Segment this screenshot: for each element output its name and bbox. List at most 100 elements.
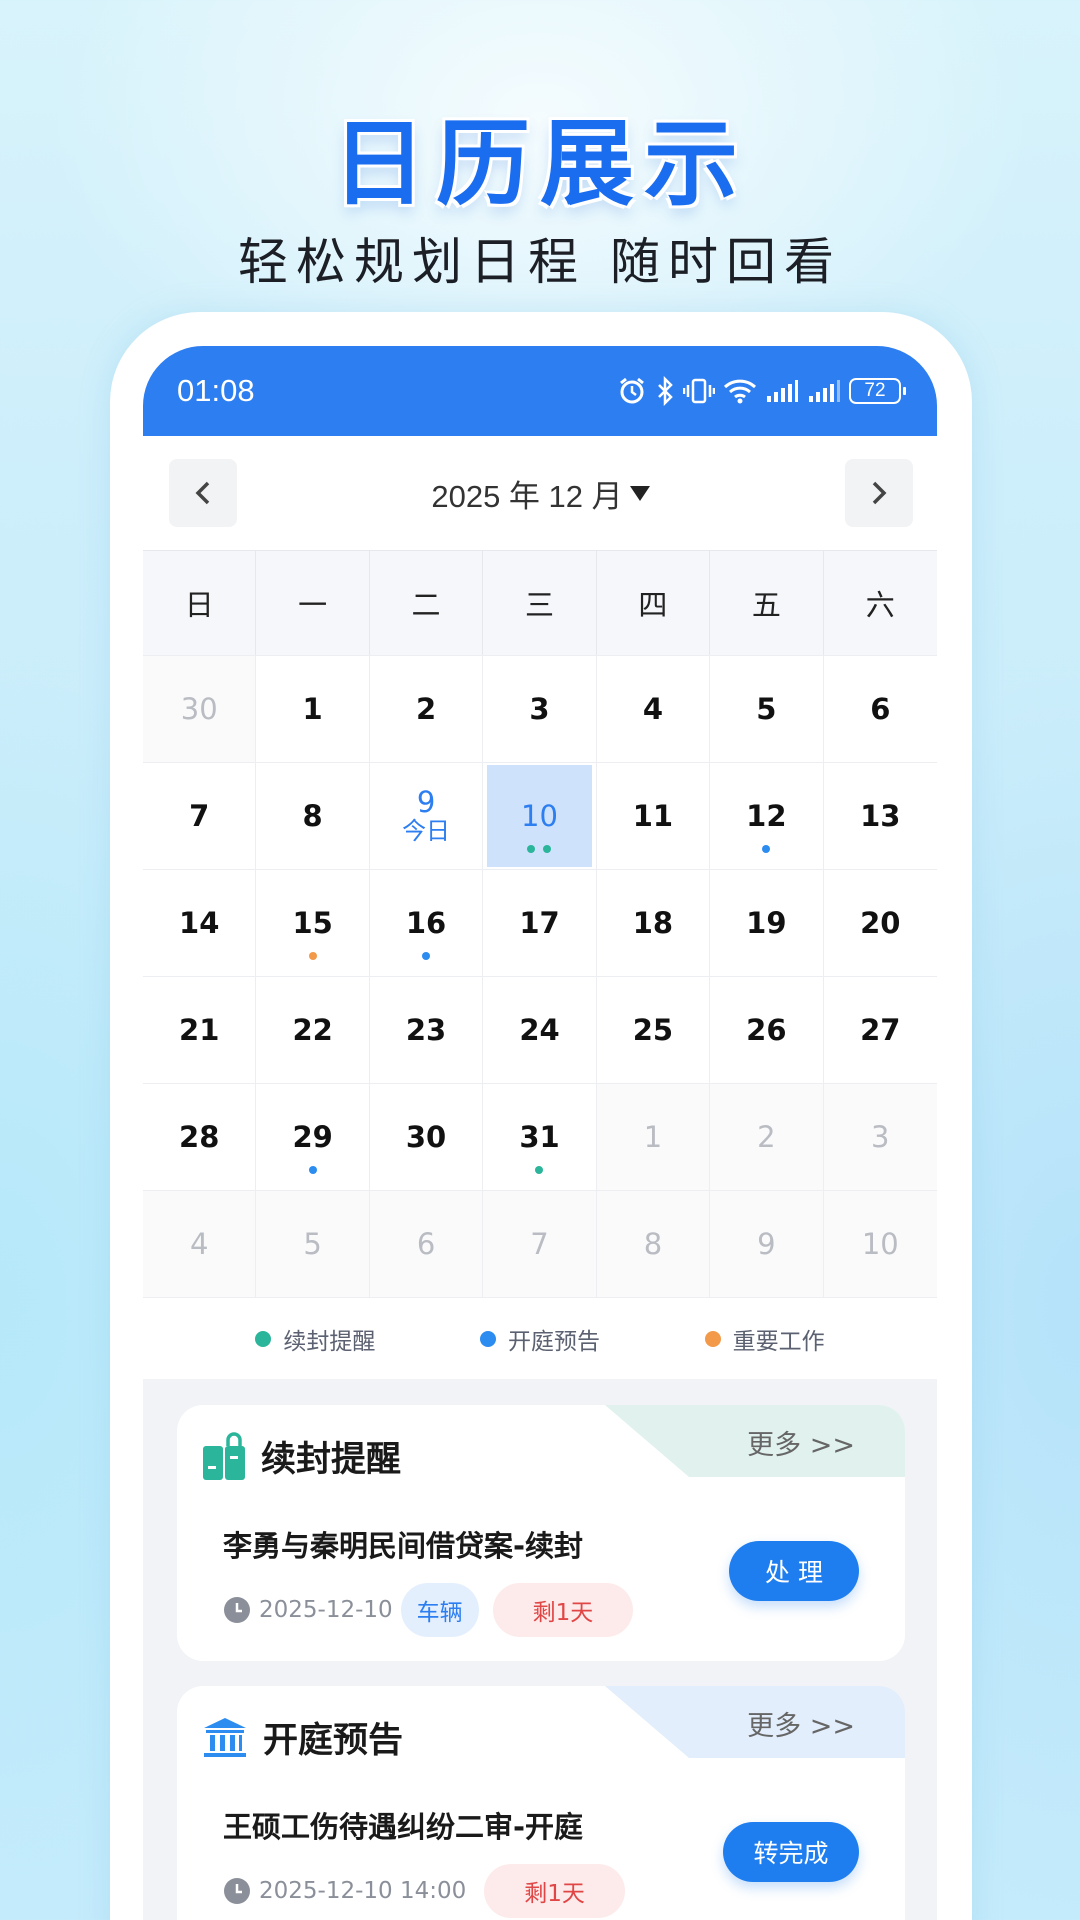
- day-cell[interactable]: 10: [823, 1190, 937, 1297]
- more-link[interactable]: 更多 >>: [747, 1423, 855, 1462]
- app-screen: 01:08 72 2025 年 12 月 日一二三四五六 30 1 2 3 4 5 6 7 8 9…: [143, 346, 937, 1920]
- day-cell[interactable]: 9: [710, 1190, 824, 1297]
- day-cell-selected[interactable]: 10: [483, 762, 597, 869]
- day-cell[interactable]: 19: [710, 869, 824, 976]
- day-number: 8: [302, 799, 323, 833]
- legend-dot: [704, 1330, 721, 1347]
- vibrate-icon: [683, 378, 715, 404]
- day-number: 5: [756, 692, 777, 726]
- day-number: 6: [870, 692, 891, 726]
- weekday-header: 日一二三四五六: [143, 550, 937, 655]
- item-date: 2025-12-10 14:00: [259, 1878, 467, 1904]
- day-cell[interactable]: 4: [596, 655, 711, 762]
- day-cell[interactable]: 7: [483, 1190, 597, 1297]
- day-number: 29: [292, 1120, 333, 1154]
- remaining-badge: 剩1天: [492, 1583, 634, 1637]
- chevron-left-icon: [195, 481, 210, 505]
- day-number: 10: [861, 1227, 899, 1261]
- day-number: 25: [632, 1013, 674, 1047]
- day-cell[interactable]: 4: [143, 1190, 257, 1297]
- day-cell[interactable]: 7: [143, 762, 257, 869]
- day-cell[interactable]: 15: [256, 869, 370, 976]
- day-cell[interactable]: 13: [823, 762, 937, 869]
- day-number: 5: [303, 1227, 322, 1261]
- day-number: 2: [415, 692, 437, 726]
- card-title: 开庭预告: [263, 1721, 404, 1761]
- status-icons: 72: [617, 376, 906, 406]
- weekday-label: 六: [823, 550, 937, 655]
- day-number: 7: [530, 1227, 549, 1261]
- day-cell[interactable]: 22: [256, 976, 370, 1083]
- day-number: 30: [180, 692, 218, 726]
- more-link[interactable]: 更多 >>: [747, 1704, 855, 1743]
- day-number: 19: [746, 906, 787, 940]
- day-number: 15: [292, 906, 333, 940]
- weekday-label: 二: [369, 550, 484, 655]
- day-cell[interactable]: 23: [369, 976, 484, 1083]
- day-cell[interactable]: 12: [710, 762, 824, 869]
- day-cell[interactable]: 6: [369, 1190, 484, 1297]
- day-cell[interactable]: 1: [596, 1083, 711, 1190]
- signal-icon-2: [809, 380, 840, 402]
- day-number: 20: [860, 906, 901, 940]
- card-header: 续封提醒: [201, 1431, 401, 1482]
- day-cell[interactable]: 21: [143, 976, 257, 1083]
- weekday-label: 三: [483, 550, 597, 655]
- day-cell[interactable]: 3: [823, 1083, 937, 1190]
- day-cell[interactable]: 31: [483, 1083, 597, 1190]
- day-cell[interactable]: 30: [143, 655, 257, 762]
- day-cell[interactable]: 16: [369, 869, 484, 976]
- day-number: 11: [632, 799, 674, 833]
- day-cell[interactable]: 8: [596, 1190, 711, 1297]
- day-cell[interactable]: 8: [256, 762, 370, 869]
- day-cell[interactable]: 29: [256, 1083, 370, 1190]
- day-number: 10: [521, 799, 558, 833]
- day-cell-today[interactable]: 9 今日: [369, 762, 484, 869]
- prev-month-button[interactable]: [169, 459, 237, 527]
- day-cell[interactable]: 1: [256, 655, 370, 762]
- day-cell[interactable]: 3: [483, 655, 597, 762]
- day-cell[interactable]: 20: [823, 869, 937, 976]
- day-cell[interactable]: 28: [143, 1083, 257, 1190]
- status-bar: 01:08 72: [143, 346, 937, 436]
- status-time: 01:08: [177, 373, 255, 408]
- day-cell[interactable]: 24: [483, 976, 597, 1083]
- day-cell[interactable]: 11: [596, 762, 711, 869]
- day-cell[interactable]: 5: [256, 1190, 370, 1297]
- hero-title: 日历展示: [331, 110, 748, 219]
- day-cell[interactable]: 14: [143, 869, 257, 976]
- weekday-label: 五: [710, 550, 824, 655]
- day-cell[interactable]: 27: [823, 976, 937, 1083]
- day-cell[interactable]: 30: [369, 1083, 484, 1190]
- event-dots: [370, 952, 482, 960]
- day-cell[interactable]: 2: [369, 655, 484, 762]
- day-number: 2: [757, 1120, 776, 1154]
- day-cell[interactable]: 26: [710, 976, 824, 1083]
- month-bar: 2025 年 12 月: [143, 436, 937, 550]
- clock-icon: [224, 1878, 250, 1904]
- legend-dot: [255, 1330, 272, 1347]
- day-cell[interactable]: 18: [596, 869, 711, 976]
- day-number: 9: [416, 785, 436, 819]
- day-cell[interactable]: 17: [483, 869, 597, 976]
- month-selector[interactable]: 2025 年 12 月: [431, 471, 650, 516]
- day-cell[interactable]: 5: [710, 655, 824, 762]
- day-number: 3: [529, 692, 550, 726]
- next-month-button[interactable]: [844, 459, 913, 527]
- chevron-right-icon: [872, 481, 887, 505]
- day-number: 4: [189, 1227, 209, 1261]
- today-label: 今日: [402, 817, 451, 845]
- day-cell[interactable]: 2: [710, 1083, 824, 1190]
- legend-label: 续封提醒: [283, 1328, 376, 1355]
- day-number: 6: [416, 1227, 436, 1261]
- day-cell[interactable]: 25: [596, 976, 711, 1083]
- bluetooth-icon: [658, 376, 673, 406]
- process-button[interactable]: 处 理: [729, 1541, 859, 1601]
- day-cell[interactable]: 6: [823, 655, 937, 762]
- legend-dot: [479, 1330, 496, 1347]
- event-dot: [762, 845, 771, 853]
- mark-complete-button[interactable]: 转完成: [723, 1822, 859, 1882]
- day-number: 4: [642, 692, 664, 726]
- wifi-icon: [723, 379, 757, 404]
- legend-item: 开庭预告: [479, 1322, 600, 1356]
